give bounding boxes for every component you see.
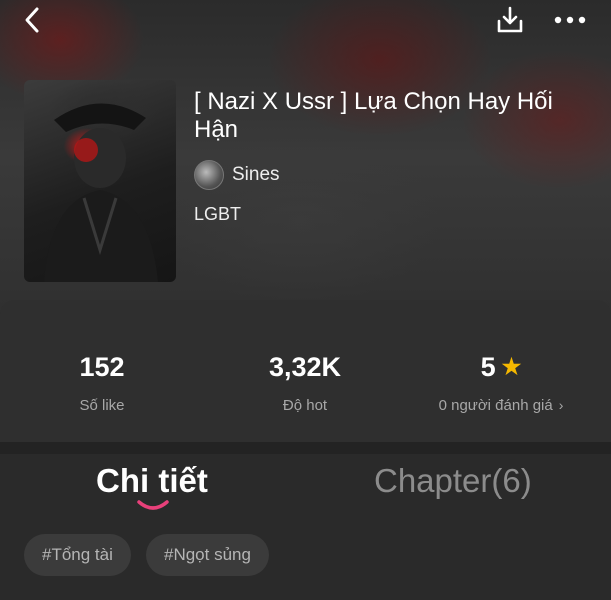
top-bar — [0, 0, 611, 44]
download-button[interactable] — [492, 2, 528, 38]
genre-label: LGBT — [194, 204, 242, 224]
back-button[interactable] — [16, 4, 48, 36]
likes-label: Số like — [79, 397, 125, 414]
author-avatar[interactable] — [194, 160, 224, 190]
chevron-left-icon — [25, 7, 39, 33]
cover-image[interactable] — [24, 80, 176, 282]
cover-artwork — [44, 103, 158, 282]
more-options-button[interactable] — [550, 4, 590, 36]
hot-stat: 3,32K Độ hot — [215, 352, 395, 414]
story-title: [ Nazi X Ussr ] Lựa Chọn Hay Hối Hận — [194, 88, 553, 143]
tab-detail[interactable]: Chi tiết — [96, 462, 208, 500]
more-horizontal-icon — [554, 16, 586, 24]
download-icon — [497, 6, 523, 33]
hot-label: Độ hot — [282, 397, 328, 414]
tag-chip[interactable]: #Tổng tài — [24, 534, 131, 576]
likes-count: 152 — [79, 352, 125, 382]
author-name[interactable]: Sines — [232, 164, 280, 186]
star-icon: ★ — [501, 354, 522, 379]
likes-stat: 152 Số like — [12, 352, 192, 414]
section-divider — [0, 442, 611, 454]
rating-count-label[interactable]: 0 người đánh giá — [439, 397, 553, 414]
tab-chapter[interactable]: Chapter(6) — [374, 462, 532, 500]
chevron-right-icon: › — [558, 397, 564, 413]
author-link[interactable]: Sines — [194, 160, 280, 190]
rating-stat[interactable]: 5 ★ 0 người đánh giá › — [411, 352, 591, 414]
active-tab-indicator — [137, 500, 169, 510]
tag-chip[interactable]: #Ngọt sủng — [146, 534, 269, 576]
rating-value: 5 — [480, 352, 496, 382]
hot-count: 3,32K — [268, 352, 342, 382]
